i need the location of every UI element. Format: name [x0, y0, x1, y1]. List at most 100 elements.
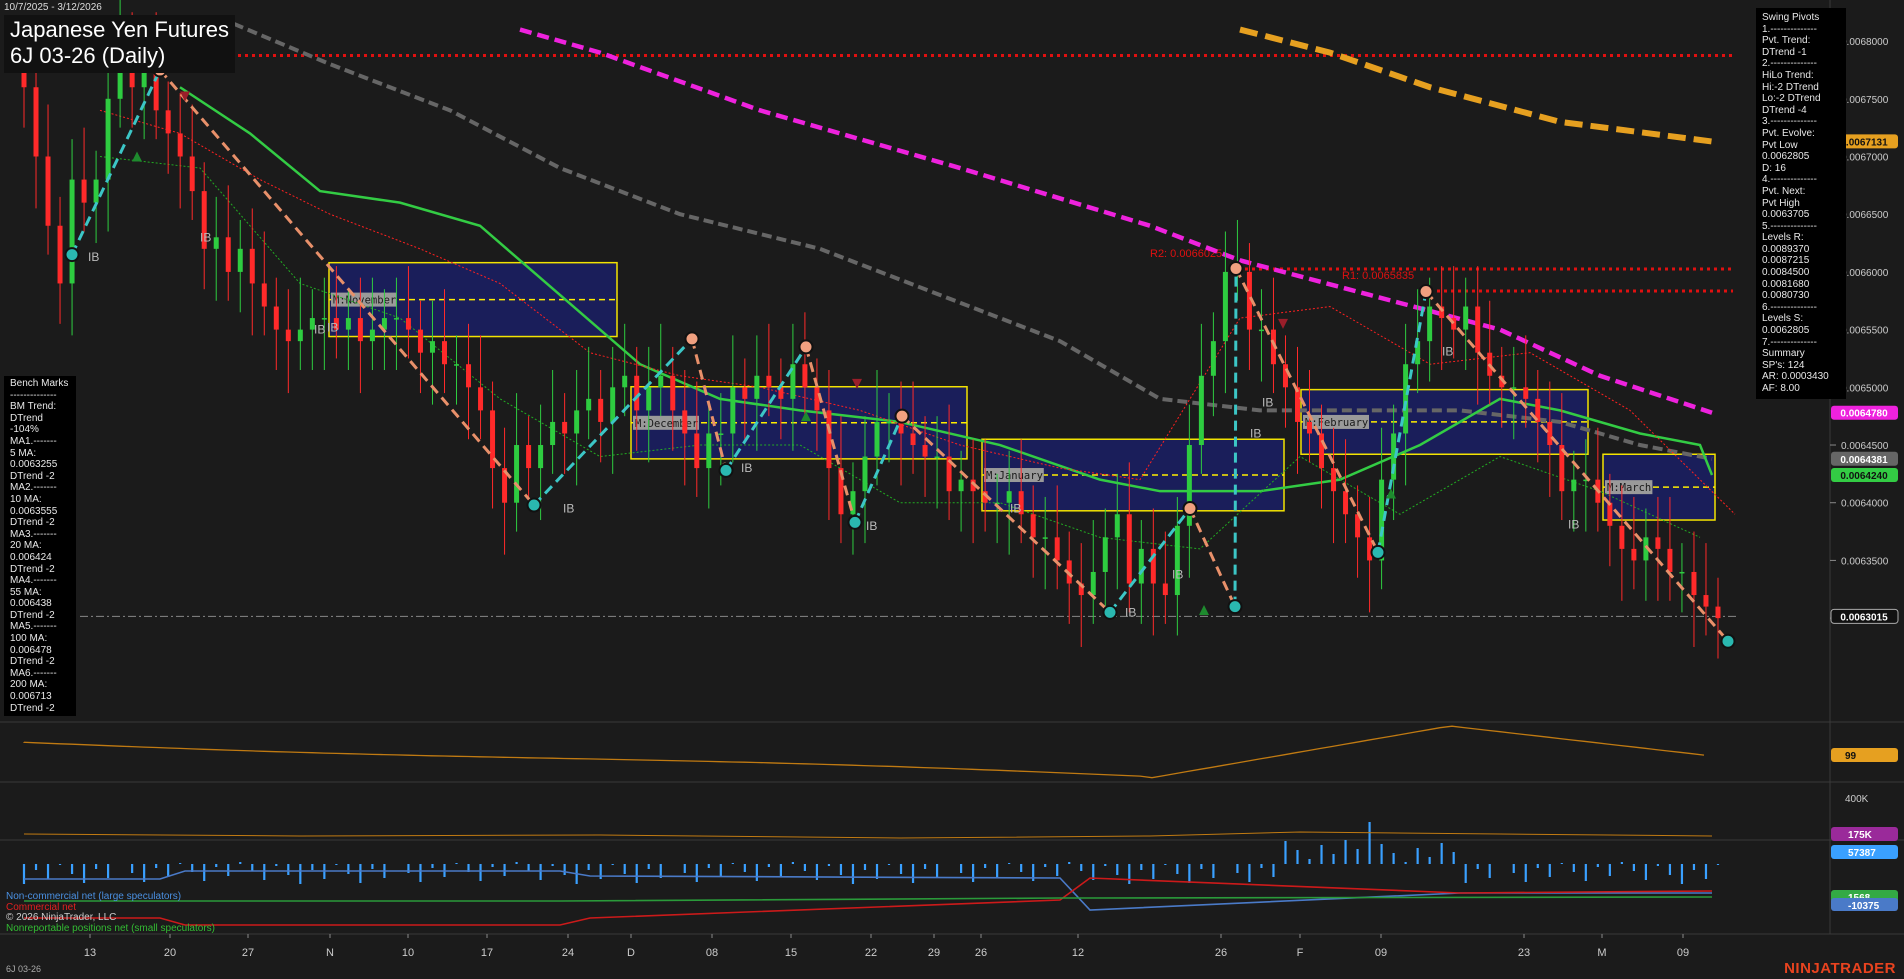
candle-up	[1222, 271, 1228, 342]
swing-box-line: 2.--------------	[1762, 58, 1817, 70]
ib-label: IB	[866, 519, 877, 533]
candle-down	[898, 421, 904, 434]
candle-down	[1691, 571, 1697, 596]
bench-box-line: DTrend -2	[10, 470, 55, 482]
candle-down	[1667, 548, 1673, 572]
x-tick-label: 29	[928, 947, 940, 959]
ib-label: IB	[1442, 345, 1453, 359]
swing-low-marker	[526, 497, 542, 513]
swing-box-line: Hi:-2 DTrend	[1762, 81, 1819, 93]
candle-up	[1138, 548, 1144, 584]
swing-box-line: 0.0081680	[1762, 278, 1810, 290]
candle-down	[910, 433, 916, 446]
bench-box-line: DTrend -2	[10, 609, 55, 621]
ib-label: IB	[327, 320, 338, 334]
x-tick-label: 23	[1518, 947, 1530, 959]
swing-box-line: 0.0089370	[1762, 243, 1810, 255]
candle-down	[81, 179, 87, 203]
candle-down	[1343, 491, 1349, 515]
swing-box-line: SP's: 124	[1762, 359, 1805, 371]
candle-down	[177, 133, 183, 157]
instrument-subtitle: 6J 03-26 (Daily)	[10, 43, 166, 68]
swing-box-line: 0.0080730	[1762, 290, 1810, 302]
bench-box-line: BM Trend:	[10, 401, 57, 413]
month-box-label: M:March	[1607, 482, 1651, 494]
candle-up	[1511, 387, 1517, 389]
x-tick-label: D	[627, 947, 635, 959]
swing-box-line: 0.0084500	[1762, 267, 1810, 279]
candle-up	[1679, 571, 1685, 574]
candle-up	[1403, 364, 1409, 434]
candle-down	[466, 364, 472, 388]
swing-box-line: DTrend -1	[1762, 46, 1807, 58]
swing-box-line: AF: 8.00	[1762, 383, 1800, 394]
y-tick-label: 0.0065500	[1841, 326, 1889, 337]
candle-up	[730, 387, 736, 434]
price-axis-label-text: 0.0064381	[1840, 455, 1888, 466]
candle-down	[285, 329, 291, 342]
candle-up	[958, 479, 964, 492]
swing-box-line: 7.--------------	[1762, 336, 1817, 348]
x-tick-label: 26	[1215, 947, 1227, 959]
candle-down	[57, 225, 63, 284]
candle-down	[1631, 548, 1637, 561]
ma-long-line	[1239, 26, 1713, 145]
candle-down	[1030, 514, 1036, 538]
candle-up	[1571, 479, 1577, 492]
swing-box-line: AR: 0.0003430	[1762, 371, 1829, 383]
date-range: 10/7/2025 - 3/12/2026	[4, 2, 102, 13]
candle-down	[261, 283, 267, 307]
x-tick-label: 08	[706, 947, 718, 959]
candle-down	[1655, 537, 1661, 549]
ninjatrader-logo: NINJATRADER	[1784, 960, 1896, 977]
ib-label: IB	[1010, 501, 1021, 515]
candle-down	[1703, 595, 1709, 607]
swing-low-marker	[847, 514, 863, 530]
candle-up	[1258, 329, 1264, 332]
candle-down	[1547, 421, 1553, 446]
y-tick-label: 0.0065000	[1841, 383, 1889, 394]
y-tick-label: 0.0068000	[1841, 37, 1889, 48]
x-tick-label: 13	[84, 947, 96, 959]
candle-down	[478, 387, 484, 411]
bench-box-line: MA5.-------	[10, 621, 57, 633]
bench-box-line: --------------	[10, 389, 57, 401]
swing-box-line: Pvt High	[1762, 197, 1800, 209]
swing-box-line: Levels R:	[1762, 232, 1804, 244]
month-box-label: M:January	[986, 470, 1043, 482]
candle-up	[213, 237, 219, 249]
candle-up	[105, 98, 111, 180]
legend-noncommercial: Non-commercial net (large speculators)	[6, 891, 182, 902]
swing-box-line: 0.0062805	[1762, 325, 1810, 337]
candle-down	[562, 421, 568, 434]
bench-box-line: 0.006713	[10, 691, 52, 703]
candle-down	[1319, 433, 1325, 469]
candle-down	[694, 433, 700, 469]
candle-down	[225, 237, 231, 272]
price-axis-label-text: 0.0064240	[1840, 471, 1888, 482]
candle-up	[429, 341, 435, 353]
footer-symbol: 6J 03-26	[6, 964, 42, 974]
candle-down	[405, 318, 411, 330]
candle-up	[1210, 341, 1216, 376]
candle-down	[33, 87, 39, 157]
candle-up	[1427, 306, 1433, 342]
ib-label: IB	[1568, 518, 1579, 532]
swing-box-line: HiLo Trend:	[1762, 69, 1814, 81]
candle-up	[658, 375, 664, 388]
y-tick-label: 0.0063500	[1841, 556, 1889, 567]
candle-down	[814, 387, 820, 411]
bench-box-line: MA1.-------	[10, 435, 57, 447]
cot-legend: Non-commercial net (large speculators) C…	[6, 891, 215, 934]
price-axis-label-text: 0.0067131	[1840, 137, 1888, 148]
price-axis-label-text: 0.0064780	[1840, 409, 1888, 420]
swing-box-line: Lo:-2 DTrend	[1762, 93, 1821, 105]
x-tick-label: F	[1297, 947, 1304, 959]
ib-label: IB	[314, 323, 325, 337]
bench-box-line: 55 MA:	[10, 586, 42, 598]
bench-box-line: MA4.-------	[10, 575, 57, 587]
candle-up	[754, 375, 760, 399]
candle-down	[826, 410, 832, 469]
candle-down	[1294, 387, 1300, 422]
swing-box-line: Pvt. Trend:	[1762, 35, 1811, 47]
